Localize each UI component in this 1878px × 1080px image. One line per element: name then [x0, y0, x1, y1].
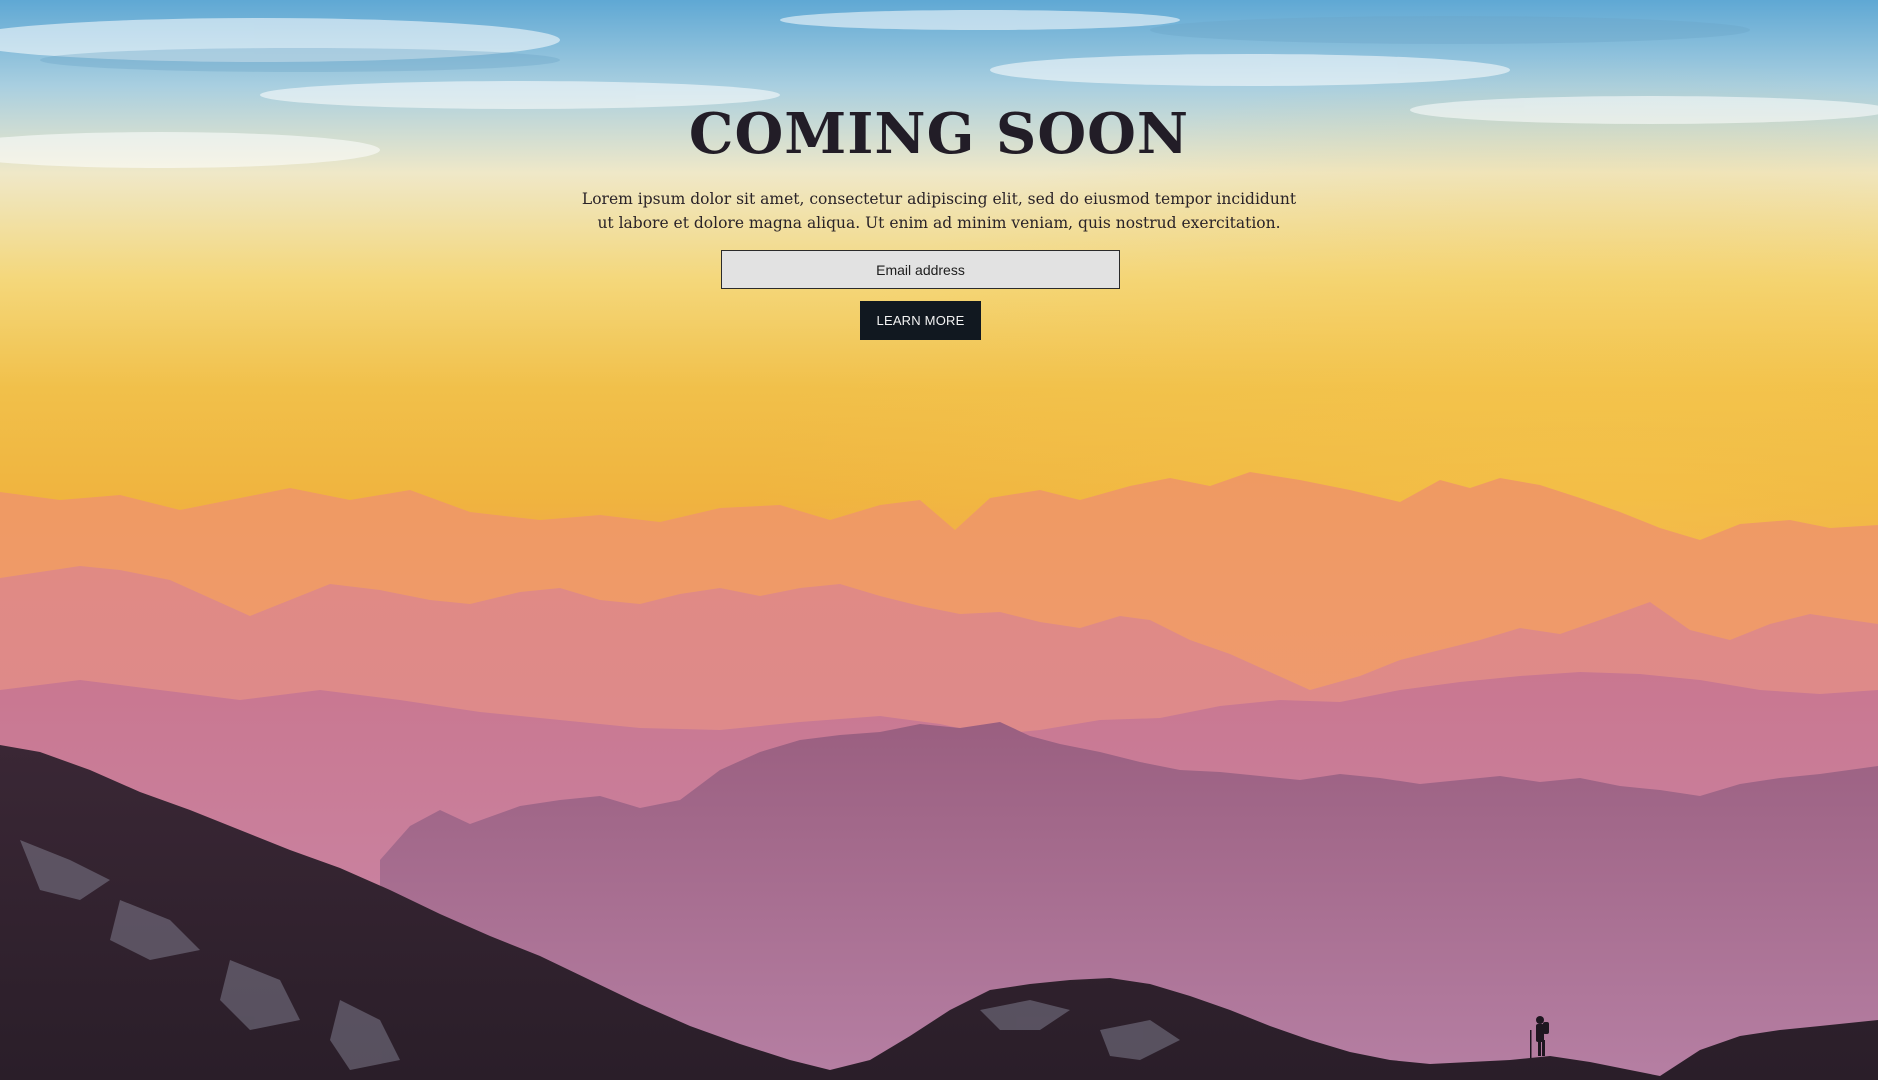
page-description: Lorem ipsum dolor sit amet, consectetur … — [581, 190, 1297, 232]
page-title: COMING SOON — [688, 101, 1190, 167]
email-field[interactable] — [721, 250, 1120, 289]
learn-more-button[interactable]: LEARN MORE — [860, 301, 981, 340]
